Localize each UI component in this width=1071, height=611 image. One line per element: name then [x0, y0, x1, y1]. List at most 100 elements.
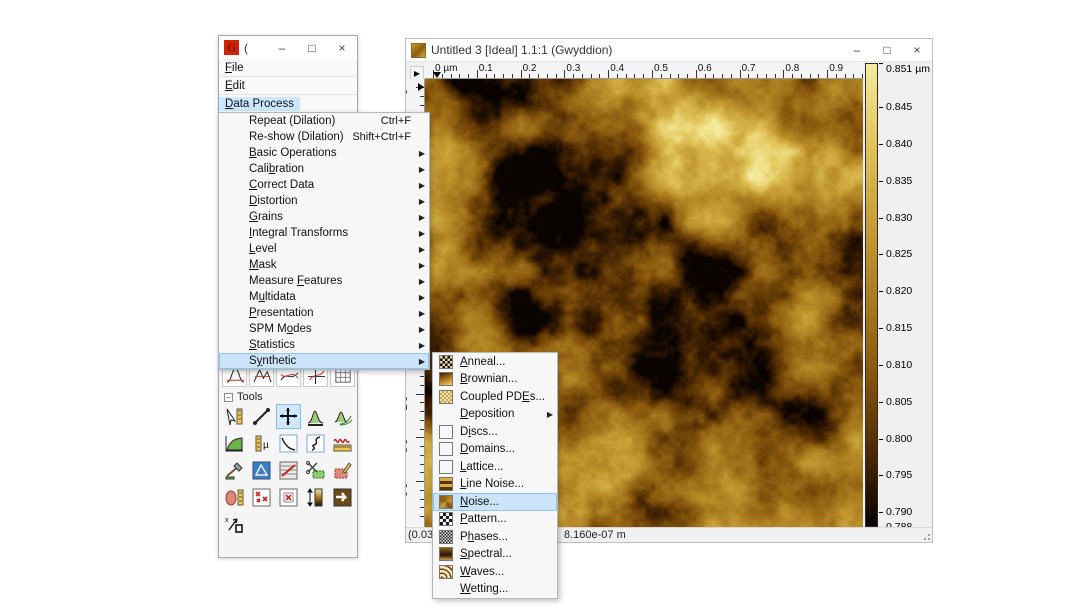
- profiles-tool-button[interactable]: [330, 404, 355, 429]
- menubar-item-data-process[interactable]: Data Process: [219, 95, 357, 113]
- menu-item-domains[interactable]: Domains...: [433, 441, 557, 459]
- menu-item-line-noise[interactable]: Line Noise...: [433, 476, 557, 494]
- menu-item-repeat-dilation[interactable]: Repeat (Dilation)Ctrl+F: [219, 113, 429, 129]
- menu-item-calibration[interactable]: Calibration▶: [219, 161, 429, 177]
- menu-item-coupled-pdes[interactable]: Coupled PDEs...: [433, 388, 557, 406]
- ruler-tick: [705, 74, 706, 78]
- decay-curve-tool-button[interactable]: [276, 431, 301, 456]
- resize-grip[interactable]: [921, 531, 930, 540]
- menu-item-anneal[interactable]: Anneal...: [433, 353, 557, 371]
- minimize-button[interactable]: –: [842, 39, 872, 61]
- menubar-item-file[interactable]: File: [219, 59, 357, 77]
- color-scale-label: 0.790: [886, 506, 912, 518]
- menu-item-pattern[interactable]: Pattern...: [433, 511, 557, 529]
- menu-item-correct-data[interactable]: Correct Data▶: [219, 177, 429, 193]
- color-range-tool-button[interactable]: [303, 485, 328, 510]
- ruler-tick: [582, 74, 583, 78]
- hruler-position-marker: [433, 72, 441, 78]
- menu-item-shortcut: Ctrl+F: [381, 115, 411, 127]
- menu-item-discs[interactable]: Discs...: [433, 423, 557, 441]
- hruler-label: 0.1: [479, 63, 493, 74]
- grain-remove-tool-button[interactable]: [249, 485, 274, 510]
- menu-item-deposition[interactable]: Deposition▶: [433, 406, 557, 424]
- false-color-scale-bar[interactable]: [865, 63, 878, 527]
- menu-item-distortion[interactable]: Distortion▶: [219, 193, 429, 209]
- peak-width-tool-button[interactable]: [303, 404, 328, 429]
- horizontal-ruler[interactable]: 0 µm0.10.20.30.40.50.60.70.80.9: [425, 63, 863, 79]
- menu-item-brownian[interactable]: Brownian...: [433, 371, 557, 389]
- ruler-tick: [420, 420, 424, 421]
- menu-item-noise[interactable]: Noise...: [433, 493, 557, 511]
- menu-item-level[interactable]: Level▶: [219, 241, 429, 257]
- no-icon: [439, 582, 453, 596]
- ruler-tick: [420, 105, 424, 106]
- spot-remove-tool-button[interactable]: [276, 485, 301, 510]
- ruler-tick: [416, 394, 424, 395]
- volume-tool-button[interactable]: [330, 485, 355, 510]
- data-window-titlebar[interactable]: Untitled 3 [Ideal] 1.1:1 (Gwyddion) – □ …: [406, 39, 932, 62]
- menubar-item-label: Data Process: [219, 97, 300, 111]
- facet-level-tool-button[interactable]: [249, 458, 274, 483]
- ruler-corner-button[interactable]: ▶: [410, 66, 424, 80]
- menu-item-integral-transforms[interactable]: Integral Transforms▶: [219, 225, 429, 241]
- minimize-button[interactable]: –: [267, 36, 297, 59]
- grain-measure-tool-button[interactable]: [222, 485, 247, 510]
- submenu-arrow-icon: ▶: [547, 410, 553, 419]
- data-thumbnail-icon: [411, 43, 426, 58]
- submenu-arrow-icon: ▶: [419, 277, 425, 286]
- color-scale-label: 0.825: [886, 248, 912, 260]
- color-scale-label: 0.810: [886, 359, 912, 371]
- menu-item-wetting[interactable]: Wetting...: [433, 581, 557, 599]
- menu-item-basic-operations[interactable]: Basic Operations▶: [219, 145, 429, 161]
- roughness-tool-button[interactable]: [330, 431, 355, 456]
- menu-item-spm-modes[interactable]: SPM Modes▶: [219, 321, 429, 337]
- selection-manager-tool-button[interactable]: x: [222, 512, 247, 537]
- menu-item-synthetic[interactable]: Synthetic▶: [219, 353, 429, 369]
- vruler-position-marker: [418, 83, 424, 91]
- menu-item-coupled-pdes-icon: [439, 390, 453, 404]
- menu-item-mask[interactable]: Mask▶: [219, 257, 429, 273]
- micro-ruler-tool-button[interactable]: µ: [249, 431, 274, 456]
- menubar-item-label: File: [219, 61, 250, 75]
- menu-item-lattice[interactable]: Lattice...: [433, 458, 557, 476]
- peak-fan-icon: [332, 406, 353, 427]
- crosshair-tool-button[interactable]: [276, 404, 301, 429]
- menubar-item-edit[interactable]: Edit: [219, 77, 357, 95]
- pointer-ruler-tool-button[interactable]: [222, 404, 247, 429]
- menu-item-spectral[interactable]: Spectral...: [433, 546, 557, 564]
- s-curve-tool-button[interactable]: [303, 431, 328, 456]
- menu-item-label: Anneal...: [460, 356, 553, 368]
- ruler-tick: [564, 70, 565, 78]
- menu-item-presentation[interactable]: Presentation▶: [219, 305, 429, 321]
- selection-xo-icon: x: [224, 514, 245, 535]
- submenu-arrow-icon: ▶: [419, 229, 425, 238]
- menu-item-waves[interactable]: Waves...: [433, 563, 557, 581]
- color-scale-label: 0.845: [886, 101, 912, 113]
- level-tool-button[interactable]: [222, 458, 247, 483]
- close-button[interactable]: ×: [327, 36, 357, 59]
- color-scale-tick: [879, 218, 883, 219]
- toolbox-titlebar[interactable]: G ( – □ ×: [219, 36, 357, 59]
- color-scale-label: 0.800: [886, 433, 912, 445]
- menu-item-multidata[interactable]: Multidata▶: [219, 289, 429, 305]
- submenu-arrow-icon: ▶: [419, 165, 425, 174]
- menu-item-statistics[interactable]: Statistics▶: [219, 337, 429, 353]
- collapse-icon[interactable]: −: [224, 393, 233, 402]
- texture-arrow-icon: [332, 487, 353, 508]
- ruler-tick: [792, 74, 793, 78]
- crop-tool-button[interactable]: [303, 458, 328, 483]
- hruler-label: 0.4: [610, 63, 624, 74]
- menu-item-phases[interactable]: Phases...: [433, 528, 557, 546]
- menu-item-label: Lattice...: [460, 461, 553, 473]
- path-level-tool-button[interactable]: [276, 458, 301, 483]
- submenu-arrow-icon: ▶: [419, 245, 425, 254]
- ruler-tick: [652, 70, 653, 78]
- menu-item-re-show-dilation[interactable]: Re-show (Dilation)Shift+Ctrl+F: [219, 129, 429, 145]
- menu-item-grains[interactable]: Grains▶: [219, 209, 429, 225]
- menu-item-measure-features[interactable]: Measure Features▶: [219, 273, 429, 289]
- statistics-tool-button[interactable]: [222, 431, 247, 456]
- distance-tool-button[interactable]: [249, 404, 274, 429]
- maximize-button[interactable]: □: [297, 36, 327, 59]
- ruler-tick: [783, 70, 784, 78]
- mask-editor-tool-button[interactable]: [330, 458, 355, 483]
